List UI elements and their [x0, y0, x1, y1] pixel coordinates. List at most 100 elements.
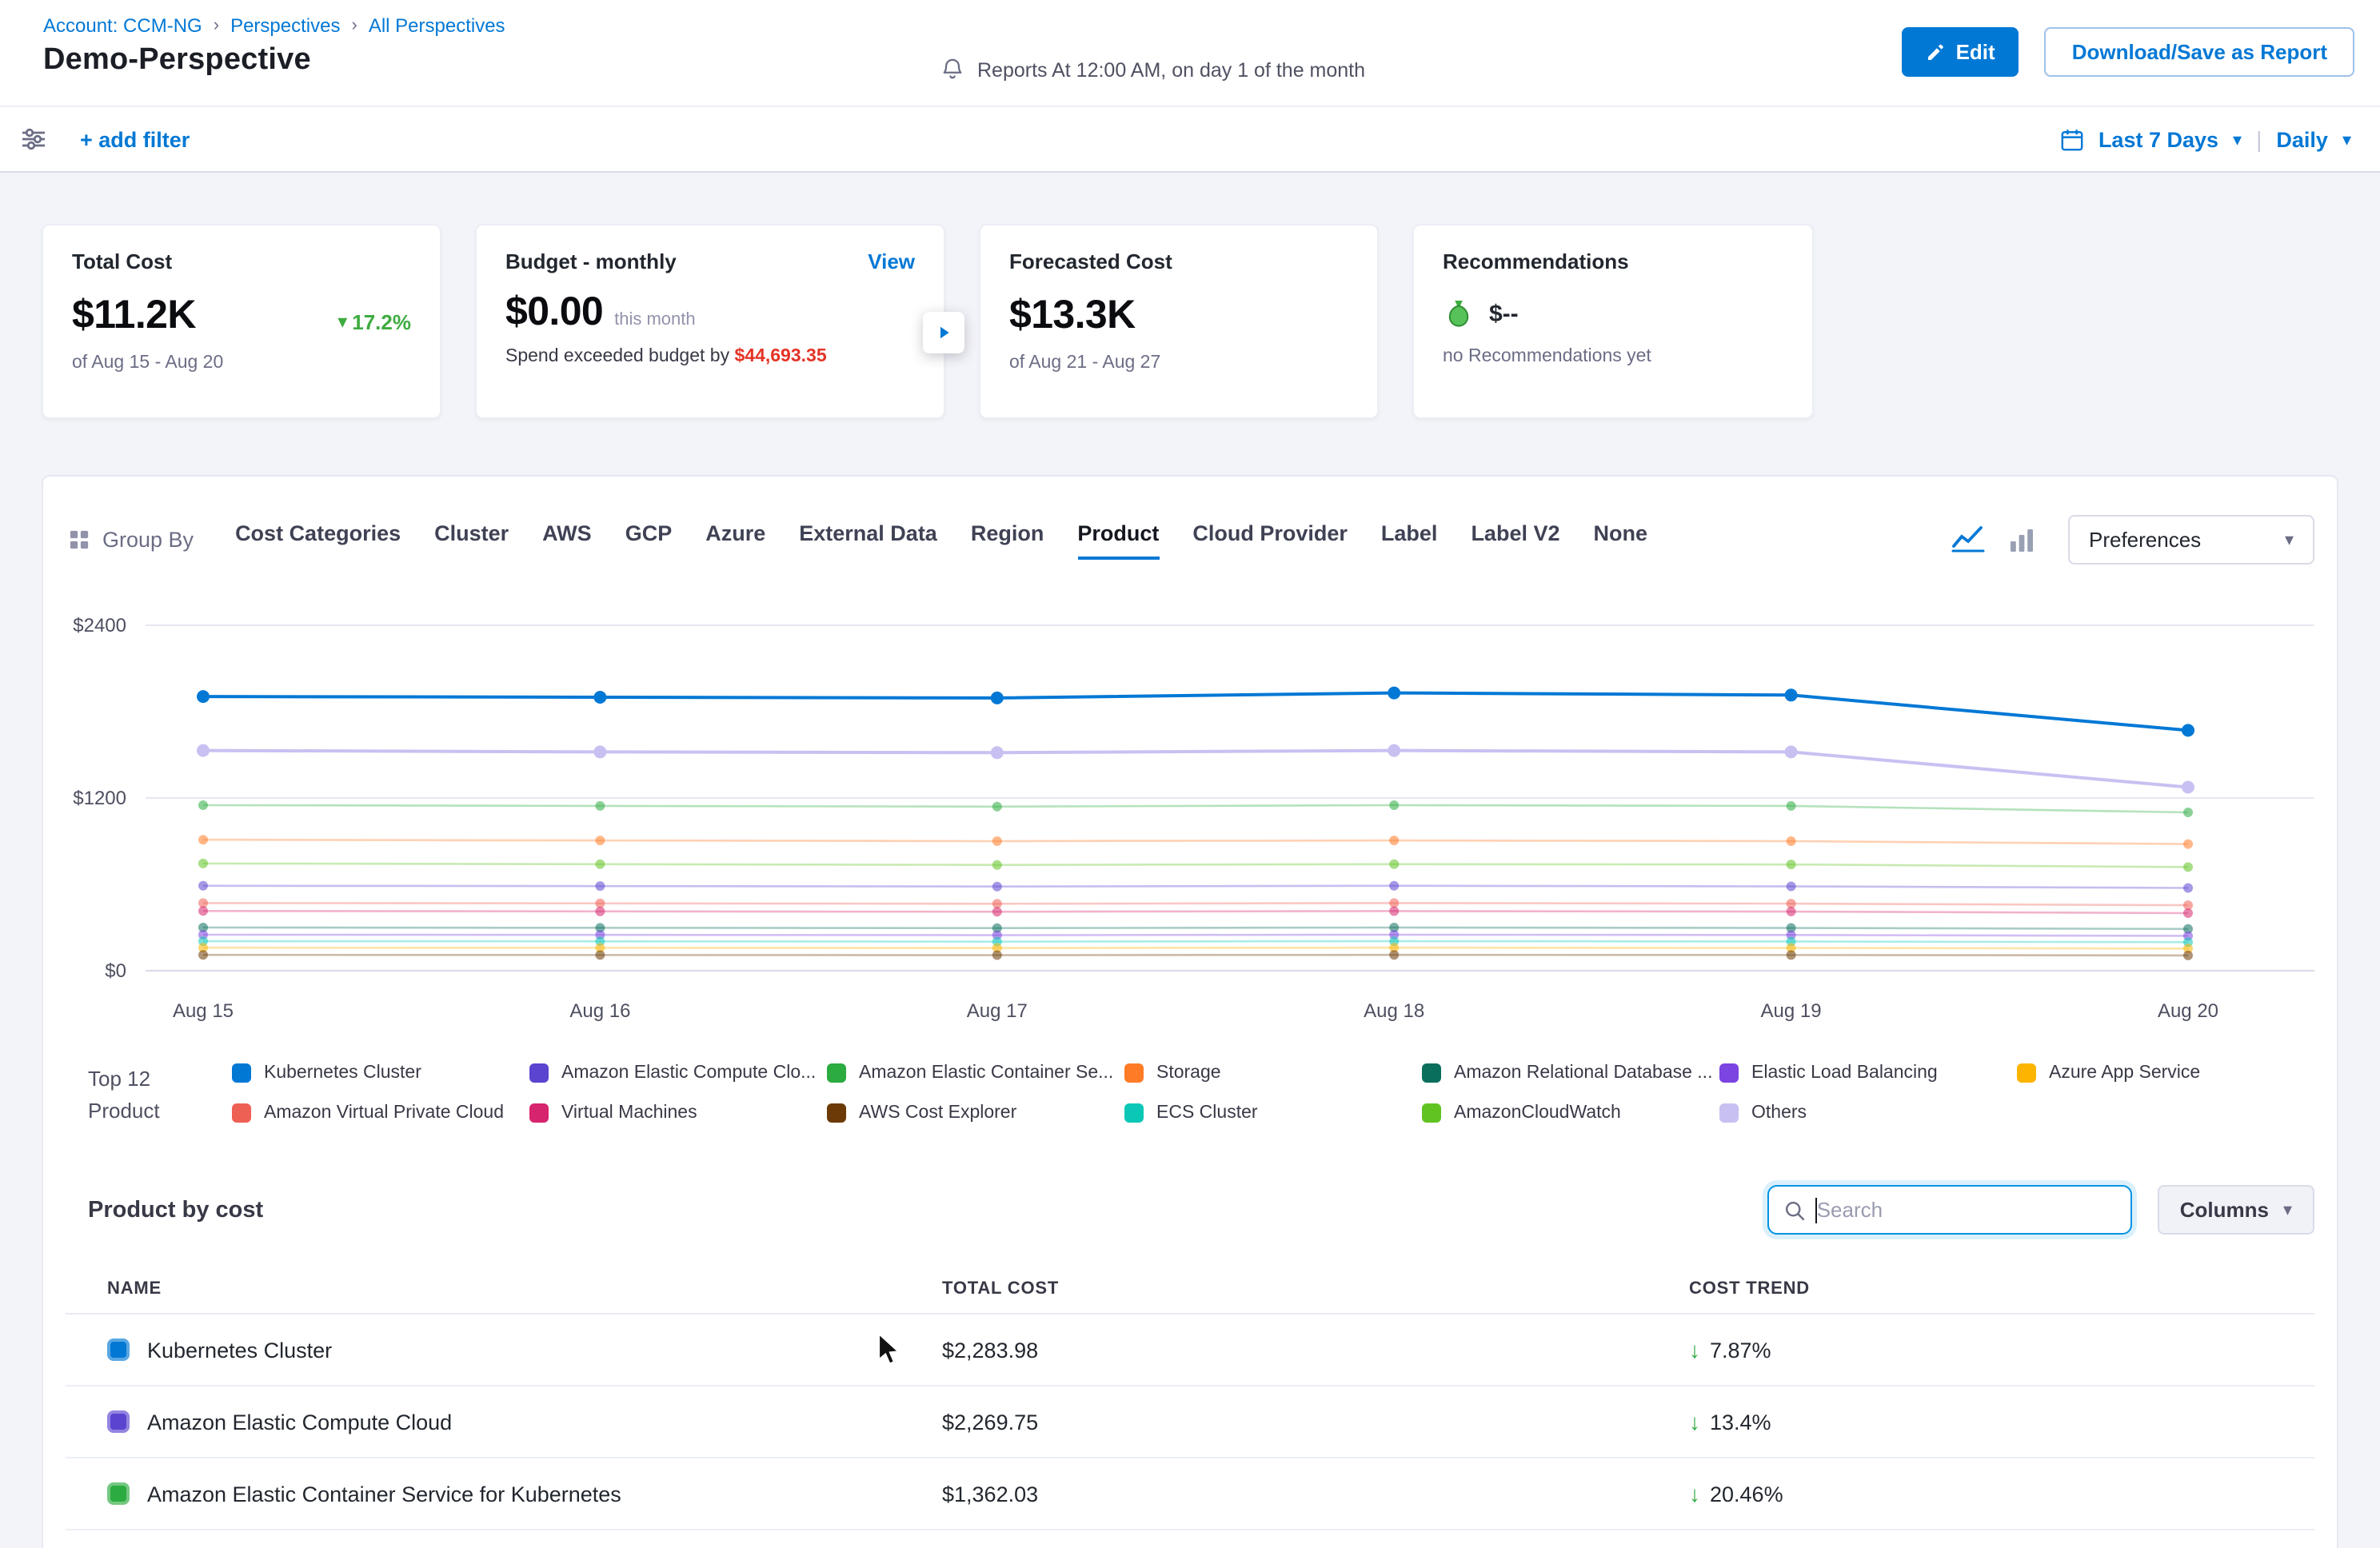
table-row[interactable]: Amazon Elastic Container Service for Kub… [66, 1459, 2314, 1531]
legend-label: Virtual Machines [561, 1103, 697, 1123]
tab-label[interactable]: Label [1381, 521, 1438, 559]
legend-label: Azure App Service [2049, 1063, 2200, 1083]
legend-item[interactable]: Azure App Service [2017, 1063, 2314, 1083]
legend-title-line2: Product [88, 1095, 232, 1127]
download-save-report-button[interactable]: Download/Save as Report [2045, 27, 2354, 77]
legend-item[interactable]: Amazon Relational Database ... [1422, 1063, 1719, 1083]
total-cost-delta-value: 17.2% [352, 309, 411, 333]
legend-item[interactable]: AWS Cost Explorer [827, 1103, 1124, 1123]
table-row[interactable]: Kubernetes Cluster$2,283.98↓7.87% [66, 1315, 2314, 1387]
legend-label: AWS Cost Explorer [859, 1103, 1016, 1123]
money-bag-icon [1443, 297, 1475, 329]
budget-view-link[interactable]: View [868, 249, 915, 273]
svg-text:Aug 16: Aug 16 [569, 1000, 630, 1022]
legend-label: Others [1751, 1103, 1807, 1123]
legend-item[interactable]: AmazonCloudWatch [1422, 1103, 1719, 1123]
group-by-tabs: Cost Categories Cluster AWS GCP Azure Externa… [235, 521, 1647, 559]
divider: | [2256, 126, 2262, 152]
forecasted-cost-period: of Aug 21 - Aug 27 [1009, 353, 1348, 373]
breadcrumb-account-link[interactable]: Account: CCM-NG [43, 14, 202, 37]
tab-cloud-provider[interactable]: Cloud Provider [1192, 521, 1348, 559]
legend-item[interactable]: Amazon Elastic Container Se... [827, 1063, 1124, 1083]
filter-bar: + add filter Last 7 Days ▾ | Daily ▾ [0, 106, 2380, 173]
legend-swatch [232, 1063, 251, 1083]
total-cost-value: $11.2K [72, 293, 196, 339]
row-color-swatch [107, 1339, 130, 1362]
trend-down-icon: ↓ [1689, 1338, 1700, 1363]
row-name: Amazon Elastic Compute Cloud [147, 1410, 452, 1434]
legend-label: Amazon Virtual Private Cloud [264, 1103, 504, 1123]
line-chart-toggle[interactable] [1951, 526, 1985, 553]
preferences-dropdown[interactable]: Preferences ▾ [2068, 515, 2314, 565]
add-filter-button[interactable]: + add filter [80, 127, 190, 151]
tab-azure[interactable]: Azure [705, 521, 765, 559]
filter-settings-icon[interactable] [19, 125, 48, 154]
triangle-down-icon: ▾ [337, 310, 347, 333]
chevron-down-icon: ▾ [2233, 129, 2242, 150]
preferences-label: Preferences [2089, 528, 2201, 552]
budget-exceeded-amount: $44,693.35 [735, 347, 827, 366]
download-button-label: Download/Save as Report [2072, 40, 2327, 64]
tab-region[interactable]: Region [971, 521, 1044, 559]
row-cost-trend: 13.4% [1710, 1410, 1771, 1434]
breadcrumb-all-perspectives-link[interactable]: All Perspectives [369, 14, 505, 37]
search-input-field[interactable] [1817, 1199, 2116, 1223]
legend-label: Elastic Load Balancing [1751, 1063, 1938, 1083]
tab-external-data[interactable]: External Data [799, 521, 937, 559]
budget-period: this month [614, 310, 696, 329]
chevron-right-icon: › [351, 16, 357, 35]
total-cost-title: Total Cost [72, 249, 411, 273]
tab-product[interactable]: Product [1077, 521, 1159, 559]
row-name: Amazon Elastic Container Service for Kub… [147, 1482, 621, 1506]
edit-button[interactable]: Edit [1902, 27, 2019, 77]
legend-swatch [529, 1063, 549, 1083]
tab-label-v2[interactable]: Label V2 [1471, 521, 1559, 559]
chart-legend: Top 12 Product Kubernetes ClusterAmazon … [66, 1063, 2314, 1128]
legend-label: Storage [1156, 1063, 1221, 1083]
summary-cards: Total Cost $11.2K ▾ 17.2% of Aug 15 - Au… [0, 173, 2380, 419]
legend-item[interactable]: Amazon Elastic Compute Clo... [529, 1063, 827, 1083]
table-row[interactable]: Amazon Elastic Compute Cloud$2,269.75↓13… [66, 1387, 2314, 1459]
budget-expand-button[interactable] [923, 312, 964, 353]
text-cursor [1815, 1199, 1817, 1224]
tab-aws[interactable]: AWS [542, 521, 592, 559]
group-by-row: Group By Cost Categories Cluster AWS GCP Azu… [66, 515, 2314, 565]
page-header: Account: CCM-NG › Perspectives › All Per… [0, 0, 2380, 106]
calendar-icon [2060, 127, 2084, 151]
row-total-cost: $2,283.98 [942, 1339, 1689, 1362]
total-cost-period: of Aug 15 - Aug 20 [72, 353, 411, 373]
legend-item[interactable]: Virtual Machines [529, 1103, 827, 1123]
tab-gcp[interactable]: GCP [625, 521, 673, 559]
tab-none[interactable]: None [1594, 521, 1648, 559]
legend-item[interactable]: ECS Cluster [1124, 1103, 1422, 1123]
column-header-total-cost: TOTAL COST [942, 1279, 1689, 1299]
legend-swatch [2017, 1063, 2036, 1083]
legend-label: Amazon Elastic Container Se... [859, 1063, 1113, 1083]
bell-icon [940, 58, 964, 82]
bar-chart-toggle[interactable] [2009, 527, 2035, 553]
legend-item[interactable]: Amazon Virtual Private Cloud [232, 1103, 529, 1123]
date-range-dropdown[interactable]: Last 7 Days [2098, 127, 2218, 151]
svg-text:Aug 20: Aug 20 [2158, 1000, 2218, 1022]
legend-item[interactable]: Elastic Load Balancing [1719, 1063, 2017, 1083]
legend-label: Amazon Elastic Compute Clo... [561, 1063, 816, 1083]
svg-text:$2400: $2400 [73, 615, 126, 636]
perspective-panel: Group By Cost Categories Cluster AWS GCP Azu… [42, 475, 2338, 1548]
tab-cluster[interactable]: Cluster [434, 521, 509, 559]
forecasted-cost-title: Forecasted Cost [1009, 249, 1348, 273]
cost-trend-chart[interactable]: $0$1200$2400Aug 15Aug 16Aug 17Aug 18Aug … [66, 596, 2314, 1031]
search-input[interactable] [1767, 1186, 2132, 1235]
columns-dropdown[interactable]: Columns ▾ [2158, 1186, 2314, 1235]
group-by-label: Group By [69, 528, 194, 552]
recommendations-value: $-- [1489, 300, 1519, 327]
tab-cost-categories[interactable]: Cost Categories [235, 521, 401, 559]
group-by-label-text: Group By [102, 528, 194, 552]
legend-item[interactable]: Others [1719, 1103, 2017, 1123]
legend-swatch [1124, 1063, 1144, 1083]
granularity-dropdown[interactable]: Daily [2276, 127, 2328, 151]
breadcrumb-perspectives-link[interactable]: Perspectives [230, 14, 340, 37]
table-section-header: Product by cost Columns ▾ [66, 1186, 2314, 1235]
legend-item[interactable]: Storage [1124, 1063, 1422, 1083]
chevron-down-icon: ▾ [2285, 529, 2294, 550]
legend-item[interactable]: Kubernetes Cluster [232, 1063, 529, 1083]
